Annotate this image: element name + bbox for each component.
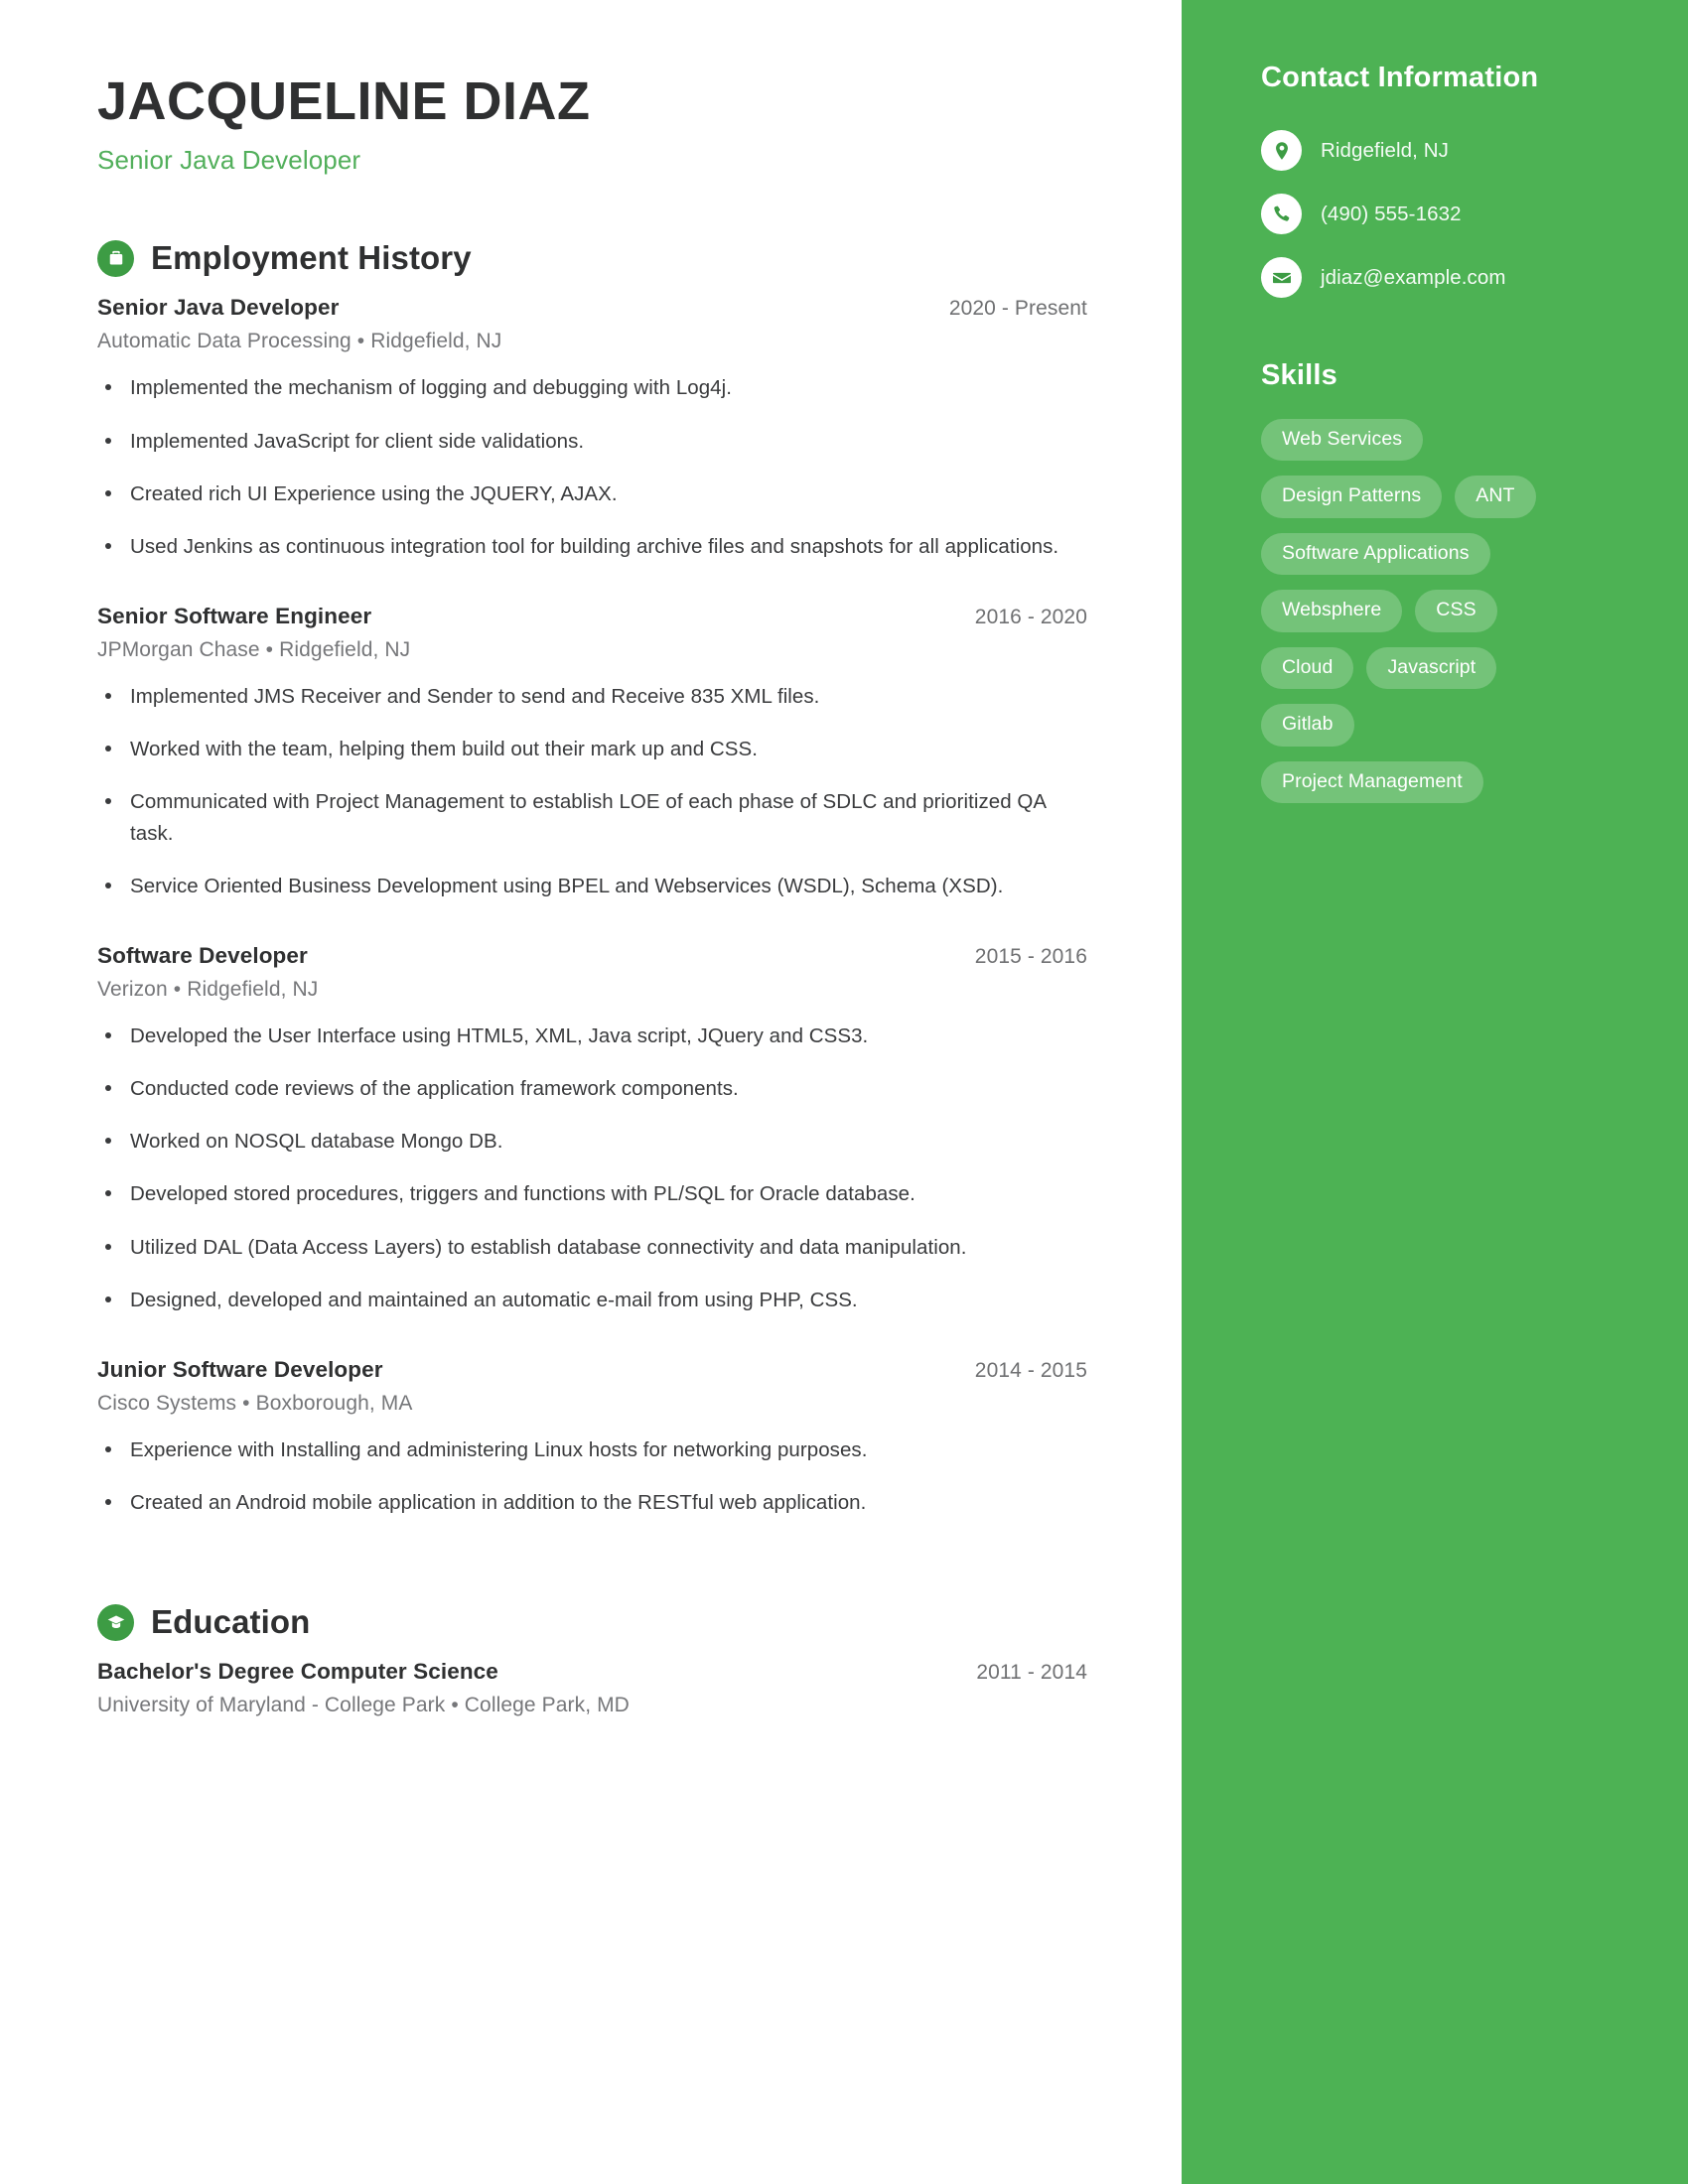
entry-job-title: Senior Java Developer (97, 295, 340, 321)
employment-entries: Senior Java Developer 2020 - Present Aut… (97, 295, 1087, 1518)
envelope-icon (1261, 257, 1302, 298)
contact-item-email: jdiaz@example.com (1261, 257, 1688, 298)
entry-location: Ridgefield, NJ (370, 330, 502, 353)
entry-bullet-list: Implemented JMS Receiver and Sender to s… (97, 681, 1087, 901)
skill-tag: Design Patterns (1261, 476, 1443, 518)
education-entry: Bachelor's Degree Computer Science 2011 … (97, 1659, 1087, 1717)
entry-school-location: University of Maryland - College Park • Co… (97, 1694, 1087, 1717)
entry-header-row: Software Developer 2015 - 2016 (97, 943, 1087, 969)
list-item: Used Jenkins as continuous integration t… (97, 531, 1087, 562)
entry-header-row: Senior Java Developer 2020 - Present (97, 295, 1087, 321)
resume-sidebar: Contact Information Ridgefield, NJ (490)… (1182, 0, 1688, 2184)
list-item: Conducted code reviews of the applicatio… (97, 1073, 1087, 1104)
entry-company-location: Automatic Data Processing • Ridgefield, NJ (97, 330, 1087, 353)
skill-tag: Web Services (1261, 419, 1424, 462)
entry-location: College Park, MD (464, 1694, 630, 1717)
entry-job-title: Software Developer (97, 942, 308, 968)
employment-entry: Software Developer 2015 - 2016 Verizon • R… (97, 943, 1087, 1315)
separator-dot: • (173, 977, 182, 1001)
entry-company: Verizon (97, 977, 168, 1001)
employment-entry: Junior Software Developer 2014 - 2015 Ci… (97, 1357, 1087, 1518)
list-item: Implemented the mechanism of logging and… (97, 372, 1087, 403)
entry-company-location: Verizon • Ridgefield, NJ (97, 978, 1087, 1002)
entry-company: Cisco Systems (97, 1391, 237, 1415)
graduation-cap-icon (97, 1603, 134, 1641)
skill-tag: Gitlab (1261, 704, 1354, 747)
entry-school: University of Maryland - College Park (97, 1694, 446, 1717)
entry-location: Boxborough, MA (255, 1391, 413, 1415)
contact-information-heading: Contact Information (1261, 62, 1539, 93)
employment-entry: Senior Software Engineer 2016 - 2020 JPM… (97, 604, 1087, 901)
entry-location: Ridgefield, NJ (279, 638, 411, 662)
list-item: Service Oriented Business Development us… (97, 871, 1087, 901)
list-item: Worked with the team, helping them build… (97, 734, 1087, 764)
section-header-employment: Employment History (97, 239, 1087, 277)
contact-location-text: Ridgefield, NJ (1321, 138, 1450, 162)
briefcase-icon (97, 239, 134, 277)
skill-tag: Software Applications (1261, 532, 1490, 576)
entry-job-title: Junior Software Developer (97, 1356, 383, 1382)
list-item: Implemented JMS Receiver and Sender to s… (97, 681, 1087, 712)
separator-dot: • (356, 330, 365, 353)
entry-company: Automatic Data Processing (97, 330, 352, 353)
location-pin-icon (1261, 130, 1302, 171)
list-item: Worked on NOSQL database Mongo DB. (97, 1126, 1087, 1157)
headline-job-title: Senior Java Developer (97, 145, 361, 176)
skill-tag: Cloud (1261, 646, 1354, 690)
skill-tag: Websphere (1261, 590, 1403, 632)
entry-header-row: Junior Software Developer 2014 - 2015 (97, 1357, 1087, 1383)
section-header-education: Education (97, 1603, 1087, 1641)
skills-heading: Skills (1261, 359, 1337, 391)
entry-company-location: Cisco Systems • Boxborough, MA (97, 1392, 1087, 1416)
list-item: Developed the User Interface using HTML5… (97, 1021, 1087, 1051)
entry-date-range: 2011 - 2014 (976, 1661, 1087, 1685)
resume-main-column: JACQUELINE DIAZ Senior Java Developer Em… (0, 0, 1182, 2184)
list-item: Created rich UI Experience using the JQU… (97, 478, 1087, 509)
contact-phone-text: (490) 555-1632 (1321, 202, 1462, 225)
entry-bullet-list: Experience with Installing and administe… (97, 1434, 1087, 1518)
skill-tag: Javascript (1366, 646, 1497, 690)
entry-degree-title: Bachelor's Degree Computer Science (97, 1659, 498, 1685)
contact-item-location: Ridgefield, NJ (1261, 130, 1688, 171)
contact-email-text: jdiaz@example.com (1321, 265, 1506, 289)
entry-date-range: 2020 - Present (948, 297, 1087, 321)
education-entries: Bachelor's Degree Computer Science 2011 … (97, 1659, 1087, 1717)
entry-date-range: 2015 - 2016 (974, 944, 1087, 968)
list-item: Designed, developed and maintained an au… (97, 1285, 1087, 1315)
list-item: Communicated with Project Management to … (97, 786, 1087, 848)
entry-header-row: Senior Software Engineer 2016 - 2020 (97, 604, 1087, 629)
entry-bullet-list: Developed the User Interface using HTML5… (97, 1021, 1087, 1315)
skill-tag: ANT (1455, 476, 1536, 518)
list-item: Utilized DAL (Data Access Layers) to est… (97, 1232, 1087, 1263)
entry-job-title: Senior Software Engineer (97, 604, 372, 629)
separator-dot: • (265, 638, 274, 662)
separator-dot: • (242, 1391, 250, 1415)
contact-list: Ridgefield, NJ (490) 555-1632 jdiaz@exam… (1261, 130, 1688, 298)
entry-bullet-list: Implemented the mechanism of logging and… (97, 372, 1087, 562)
entry-header-row: Bachelor's Degree Computer Science 2011 … (97, 1659, 1087, 1685)
phone-icon (1261, 194, 1302, 234)
entry-date-range: 2016 - 2020 (974, 606, 1087, 629)
entry-date-range: 2014 - 2015 (974, 1358, 1087, 1382)
skill-tag: Project Management (1261, 760, 1483, 804)
list-item: Experience with Installing and administe… (97, 1434, 1087, 1465)
contact-item-phone: (490) 555-1632 (1261, 194, 1688, 234)
resume-page: JACQUELINE DIAZ Senior Java Developer Em… (0, 0, 1688, 2184)
list-item: Created an Android mobile application in… (97, 1487, 1087, 1518)
skills-list: Web Services Design Patterns ANT Softwar… (1261, 419, 1589, 804)
skill-tag: CSS (1415, 590, 1497, 632)
list-item: Implemented JavaScript for client side v… (97, 426, 1087, 457)
employment-entry: Senior Java Developer 2020 - Present Aut… (97, 295, 1087, 562)
entry-company: JPMorgan Chase (97, 638, 260, 662)
entry-company-location: JPMorgan Chase • Ridgefield, NJ (97, 638, 1087, 662)
page-title: JACQUELINE DIAZ (97, 71, 591, 131)
section-title-employment: Employment History (151, 239, 472, 277)
list-item: Developed stored procedures, triggers an… (97, 1178, 1087, 1209)
section-title-education: Education (151, 1603, 311, 1641)
separator-dot: • (451, 1694, 459, 1717)
entry-location: Ridgefield, NJ (187, 977, 319, 1001)
